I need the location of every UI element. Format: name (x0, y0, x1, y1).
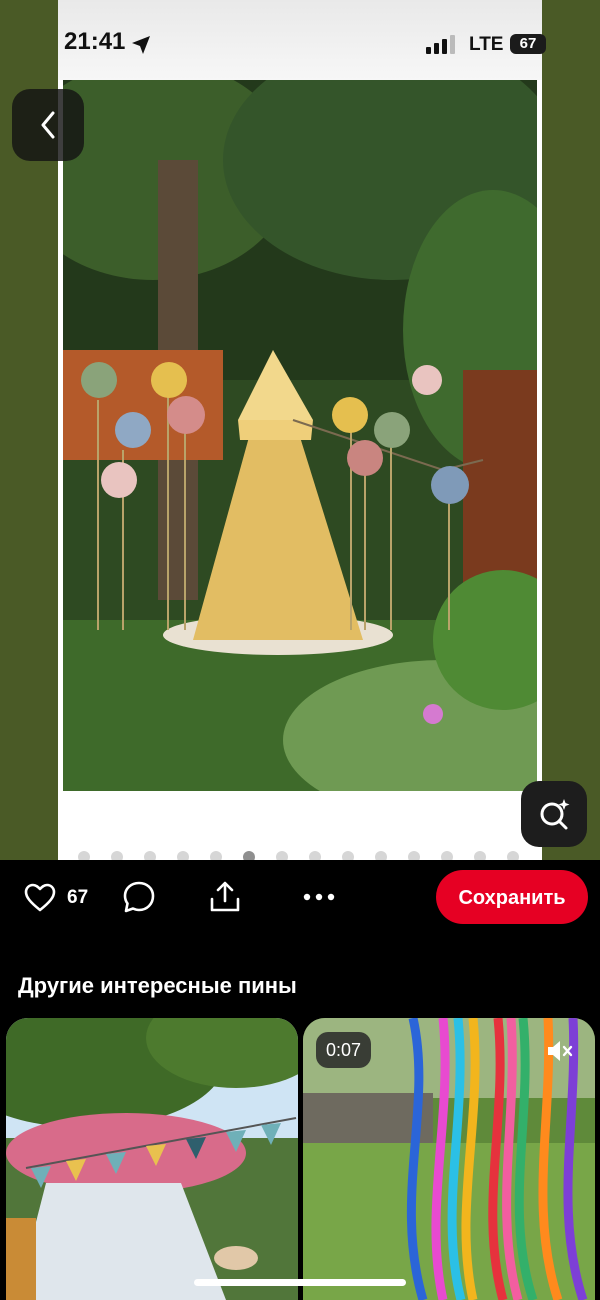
muted-speaker-icon[interactable] (545, 1037, 575, 1065)
comment-icon[interactable] (122, 880, 156, 914)
location-arrow-icon (132, 36, 150, 54)
garden-photo (63, 80, 537, 791)
share-icon[interactable] (207, 879, 243, 915)
home-indicator (194, 1279, 406, 1286)
visual-search-icon (540, 799, 570, 830)
battery-indicator: 67 (510, 34, 546, 54)
visual-search-button[interactable] (521, 781, 587, 847)
section-title: Другие интересные пины (18, 973, 297, 998)
garden-tent-bunting-photo (6, 1018, 298, 1300)
chevron-left-icon (41, 111, 55, 139)
network-type: LTE (469, 34, 504, 55)
like-count: 67 (67, 887, 89, 908)
heart-icon[interactable] (24, 883, 56, 913)
status-time: 21:41 (64, 28, 126, 55)
more-options-icon[interactable] (302, 890, 336, 904)
video-duration-badge: 0:07 (316, 1032, 372, 1068)
related-pin-card[interactable] (6, 1018, 298, 1300)
pin-image[interactable] (63, 80, 537, 791)
back-button[interactable] (12, 89, 84, 161)
save-button[interactable]: Сохранить (436, 870, 588, 924)
cellular-signal-icon (426, 35, 455, 54)
